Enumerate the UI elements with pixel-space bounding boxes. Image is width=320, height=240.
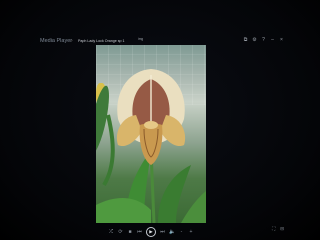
- close-icon[interactable]: ×: [279, 37, 284, 43]
- switch-view-icon[interactable]: ⊟: [280, 226, 284, 232]
- settings-icon[interactable]: ⚙: [252, 37, 257, 43]
- view-label: img: [138, 37, 144, 41]
- title-separator: »: [70, 38, 73, 44]
- media-display[interactable]: [96, 45, 206, 223]
- app-title: Media Player: [40, 38, 73, 44]
- playback-controls: ⤮ ⟳ ■ ⏮ ▶ ⏭ 🔈 - +: [96, 226, 206, 238]
- play-icon[interactable]: ▶: [146, 227, 156, 237]
- minimize-icon[interactable]: –: [270, 37, 275, 43]
- now-playing-filename: Paph Lady Lock Orange sp 1: [78, 39, 125, 43]
- previous-icon[interactable]: ⏮: [137, 229, 143, 235]
- mute-icon[interactable]: 🔈: [169, 229, 175, 235]
- stop-icon[interactable]: ■: [127, 229, 133, 235]
- volume-down-icon[interactable]: -: [179, 229, 185, 235]
- view-controls: ⛶ ⊟: [272, 226, 284, 232]
- fullscreen-icon[interactable]: ⛶: [272, 226, 275, 232]
- staminode: [144, 121, 158, 129]
- leaf-3: [158, 165, 191, 223]
- next-icon[interactable]: ⏭: [160, 229, 166, 235]
- orchid-photo: [96, 69, 206, 223]
- volume-up-icon[interactable]: +: [188, 229, 194, 235]
- leaf-4: [181, 191, 206, 223]
- restore-icon[interactable]: ⧉: [243, 37, 248, 43]
- repeat-icon[interactable]: ⟳: [118, 229, 124, 235]
- shuffle-icon[interactable]: ⤮: [108, 229, 114, 235]
- help-icon[interactable]: ?: [261, 37, 266, 43]
- window-controls: ⧉ ⚙ ? – ×: [243, 37, 284, 43]
- pouch: [139, 123, 163, 165]
- leaf-5: [102, 114, 115, 187]
- media-player-window: Media Player » Paph Lady Lock Orange sp …: [0, 0, 320, 240]
